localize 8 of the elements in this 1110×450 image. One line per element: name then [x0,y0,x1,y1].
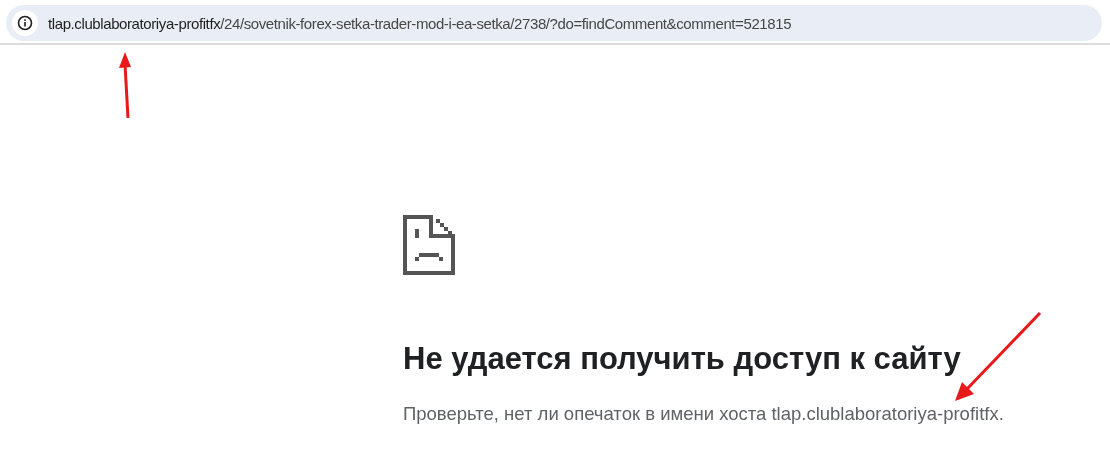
error-message: Проверьте, нет ли опечаток в имени хоста tlap.clublaboratoriya-profitfx. [403,403,1005,425]
error-title: Не удается получить доступ к сайту [403,341,962,377]
address-bar[interactable]: tlap.clublaboratoriya-profitfx/24/sovetnik-forex-setka-trader-mod-i-ea-setka/2738/?do=findComment&comment=521815 [6,5,1102,41]
sad-page-icon [403,215,455,275]
url-text: tlap.clublaboratoriya-profitfx/24/sovetnik-forex-setka-trader-mod-i-ea-setka/2738/?do=findComment&comment=521815 [48,14,792,32]
info-button[interactable] [12,10,38,36]
arrow [118,50,134,120]
info-icon [17,15,33,31]
